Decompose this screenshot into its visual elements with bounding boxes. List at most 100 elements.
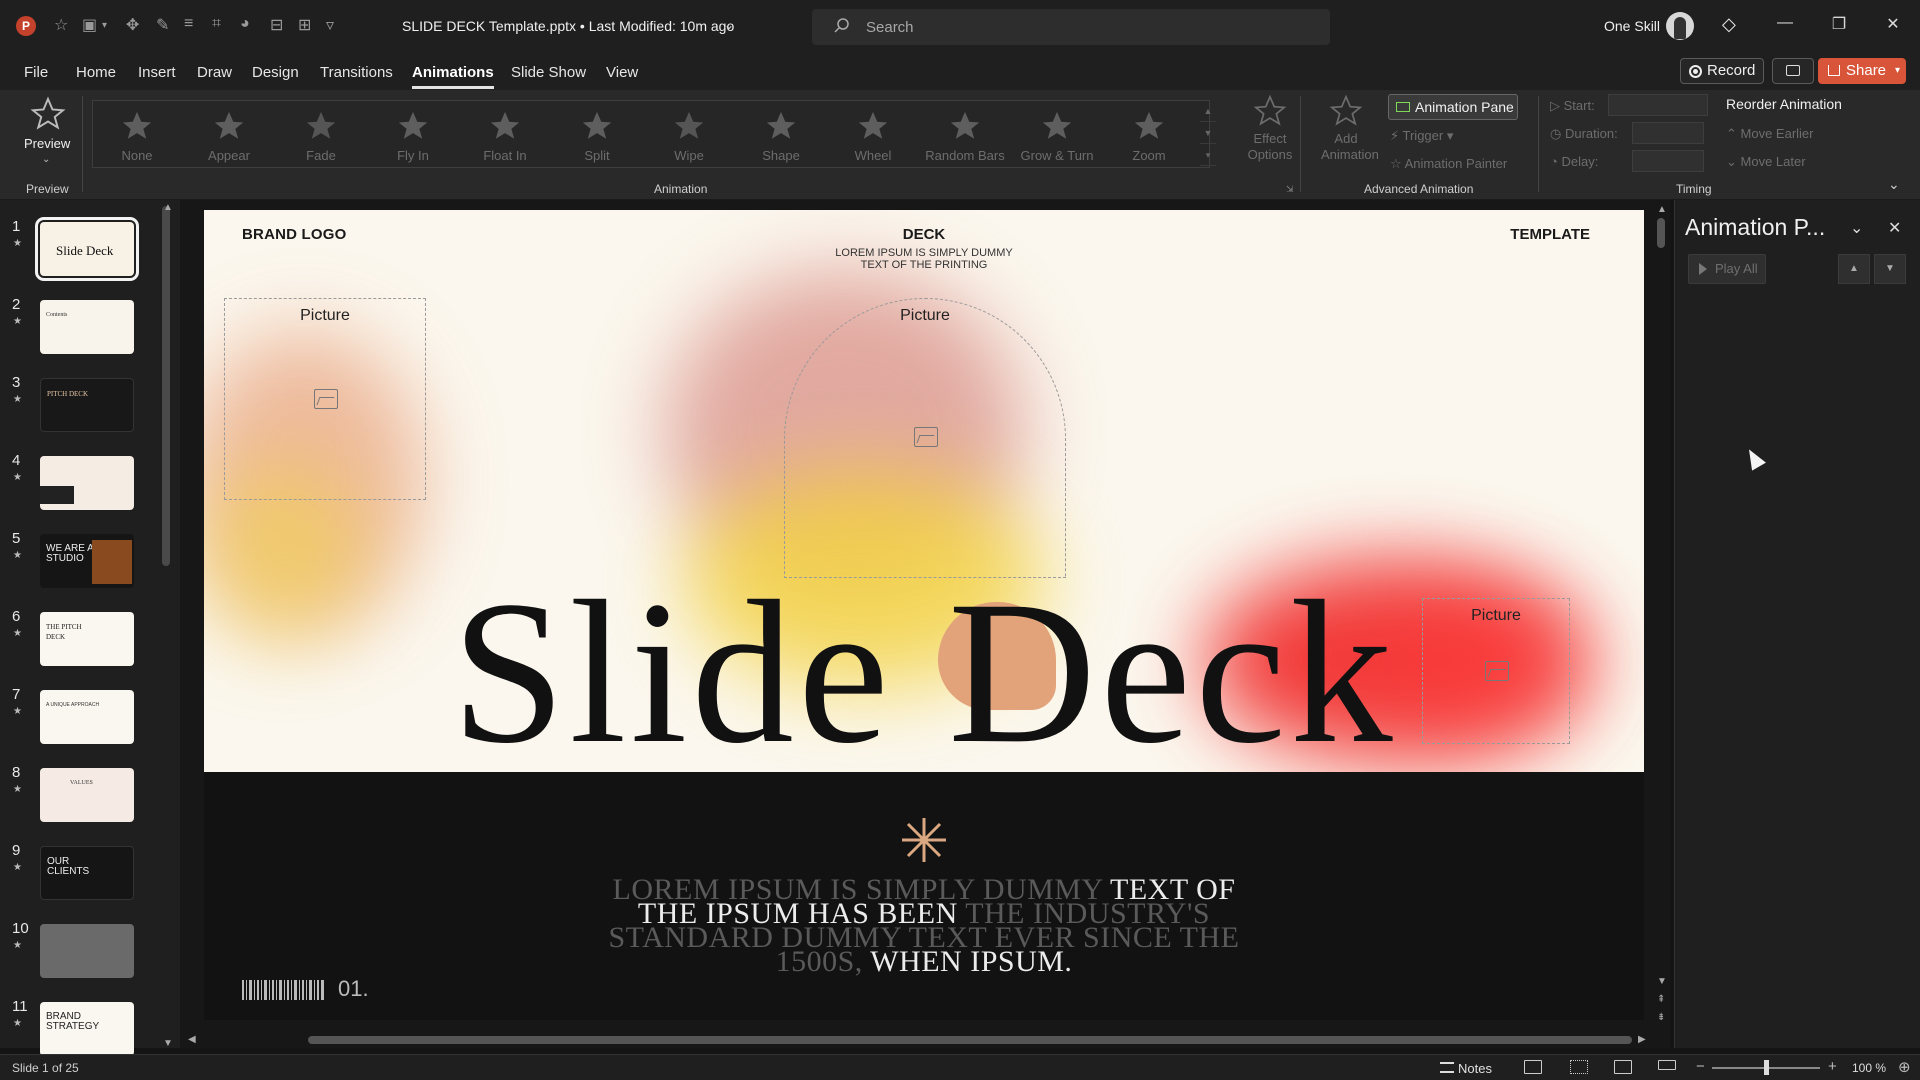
anim-fade[interactable]: Fade [277, 105, 365, 167]
tab-home[interactable]: Home [76, 64, 116, 81]
image-icon[interactable] [914, 427, 938, 447]
customize-toolbar-icon[interactable]: ▿ [326, 15, 334, 35]
share-dropdown-icon[interactable]: ▾ [1895, 58, 1900, 84]
effect-options-button[interactable]: Effect Options [1238, 94, 1302, 163]
minimize-icon[interactable]: — [1770, 14, 1800, 32]
align-icon[interactable]: ≡ [184, 15, 193, 33]
tab-animations[interactable]: Animations [412, 64, 494, 89]
arrange-icon[interactable]: ⊞ [298, 15, 311, 35]
share-button[interactable]: Share ▾ [1818, 58, 1906, 84]
tab-draw[interactable]: Draw [197, 64, 232, 81]
thumbnail-6[interactable]: THE PITCH DECK [40, 612, 134, 666]
thumbnail-3[interactable]: PITCH DECK [40, 378, 134, 432]
reading-view-icon[interactable] [1614, 1060, 1632, 1074]
pane-options-icon[interactable]: ⌄ [1850, 218, 1863, 238]
slide[interactable]: BRAND LOGO DECK LOREM IPSUM IS SIMPLY DU… [204, 210, 1644, 1020]
tab-view[interactable]: View [606, 64, 638, 81]
preview-button[interactable]: Preview [24, 136, 70, 151]
slide-scrollbar-thumb[interactable] [1657, 218, 1665, 248]
delay-input[interactable] [1632, 150, 1704, 172]
slide-sorter-icon[interactable] [1570, 1060, 1588, 1074]
crop-icon[interactable]: ⌗ [212, 15, 221, 33]
normal-view-icon[interactable] [1524, 1060, 1542, 1074]
anim-wipe[interactable]: Wipe [645, 105, 733, 167]
thumbnail-1[interactable]: Slide Deck [35, 217, 139, 281]
collapse-ribbon-icon[interactable]: ⌄ [1888, 176, 1900, 193]
anim-fly-in[interactable]: Fly In [369, 105, 457, 167]
avatar[interactable] [1666, 12, 1694, 40]
tab-insert[interactable]: Insert [138, 64, 176, 81]
user-name[interactable]: One Skill [1604, 18, 1660, 34]
comments-button[interactable] [1772, 58, 1814, 84]
gallery-more-icon[interactable]: ▾ [1200, 144, 1216, 166]
scroll-left-icon[interactable]: ◀ [188, 1034, 196, 1045]
deck-subtitle[interactable]: LOREM IPSUM IS SIMPLY DUMMY TEXT OF THE … [824, 247, 1024, 271]
thumbnail-2[interactable]: Contents [40, 300, 134, 354]
preview-dropdown-icon[interactable]: ⌄ [42, 154, 50, 165]
zoom-in-icon[interactable]: + [1828, 1058, 1837, 1075]
add-animation-button[interactable]: Add Animation [1306, 94, 1386, 163]
thumbnails-scrollbar[interactable] [162, 206, 170, 566]
zoom-slider-knob[interactable] [1764, 1060, 1769, 1075]
thumbnail-9[interactable]: OUR CLIENTS [40, 846, 134, 900]
close-icon[interactable]: ✕ [1878, 14, 1908, 34]
search-box[interactable]: Search [812, 9, 1330, 45]
thumbnail-4[interactable] [40, 456, 134, 510]
anim-zoom[interactable]: Zoom [1105, 105, 1193, 167]
anim-random-bars[interactable]: Random Bars [921, 105, 1009, 167]
shape-fill-icon[interactable]: ◕ [240, 15, 250, 33]
animation-pane-button[interactable]: Animation Pane [1388, 94, 1518, 120]
duration-input[interactable] [1632, 122, 1704, 144]
body-text[interactable]: LOREM IPSUM IS SIMPLY DUMMY TEXT OF THE … [594, 875, 1254, 977]
scroll-down-icon[interactable]: ▼ [1657, 976, 1667, 987]
gallery-scroll[interactable]: ▲ ▼ ▾ [1200, 100, 1216, 168]
anim-wheel[interactable]: Wheel [829, 105, 917, 167]
distribute-icon[interactable]: ⊟ [270, 15, 283, 35]
notes-button[interactable]: Notes [1440, 1061, 1492, 1076]
restore-icon[interactable]: ❐ [1824, 14, 1854, 34]
gallery-down-icon[interactable]: ▼ [1200, 122, 1216, 144]
zoom-level[interactable]: 100 % [1852, 1061, 1886, 1075]
deck-heading[interactable]: DECK [204, 226, 1644, 243]
page-number[interactable]: 01. [338, 976, 369, 1002]
scroll-up-icon[interactable]: ▲ [1657, 204, 1667, 215]
anim-none[interactable]: None [93, 105, 181, 167]
anim-grow-turn[interactable]: Grow & Turn [1013, 105, 1101, 167]
next-slide-icon[interactable]: ⇟ [1657, 1012, 1665, 1023]
start-select[interactable] [1608, 94, 1708, 116]
close-pane-icon[interactable]: ✕ [1888, 218, 1901, 238]
tab-file[interactable]: File [24, 64, 48, 81]
anim-float-in[interactable]: Float In [461, 105, 549, 167]
save-icon[interactable]: ▣ [82, 15, 97, 35]
thumbnail-8[interactable]: VALUES [40, 768, 134, 822]
image-icon[interactable] [314, 389, 338, 409]
fit-to-window-icon[interactable]: ⊕ [1898, 1058, 1911, 1076]
thumbnail-11[interactable]: BRAND STRATEGY [40, 1002, 134, 1056]
play-all-button[interactable]: Play All [1688, 254, 1766, 284]
horizontal-scrollbar-thumb[interactable] [308, 1036, 1632, 1044]
gallery-up-icon[interactable]: ▲ [1200, 100, 1216, 122]
asterisk-icon[interactable] [898, 814, 950, 866]
move-up-button[interactable]: ▲ [1838, 254, 1870, 284]
thumbnail-10[interactable] [40, 924, 134, 978]
move-icon[interactable]: ✥ [126, 15, 139, 35]
scroll-right-icon[interactable]: ▶ [1638, 1034, 1646, 1045]
move-earlier-button[interactable]: ⌃ Move Earlier [1726, 126, 1813, 142]
anim-appear[interactable]: Appear [185, 105, 273, 167]
scroll-up-icon[interactable]: ▲ [163, 202, 173, 213]
document-title[interactable]: SLIDE DECK Template.pptx • Last Modified… [402, 18, 734, 34]
record-button[interactable]: Record [1680, 58, 1764, 84]
previous-slide-icon[interactable]: ⇞ [1657, 994, 1665, 1005]
anim-shape[interactable]: Shape [737, 105, 825, 167]
preview-star-icon[interactable] [30, 96, 66, 132]
dialog-launcher-icon[interactable]: ⇲ [1286, 184, 1294, 195]
template-label[interactable]: TEMPLATE [1510, 226, 1590, 243]
thumbnail-5[interactable]: WE ARE A STUDIO [40, 534, 134, 588]
autosave-icon[interactable]: ☆ [54, 15, 68, 35]
tab-transitions[interactable]: Transitions [320, 64, 393, 81]
save-dropdown-icon[interactable]: ▾ [102, 20, 107, 31]
trigger-button[interactable]: ⚡ Trigger ▾ [1390, 128, 1453, 144]
thumbnail-7[interactable]: A UNIQUE APPROACH [40, 690, 134, 744]
move-later-button[interactable]: ⌄ Move Later [1726, 154, 1806, 170]
scroll-down-icon[interactable]: ▼ [163, 1038, 173, 1049]
